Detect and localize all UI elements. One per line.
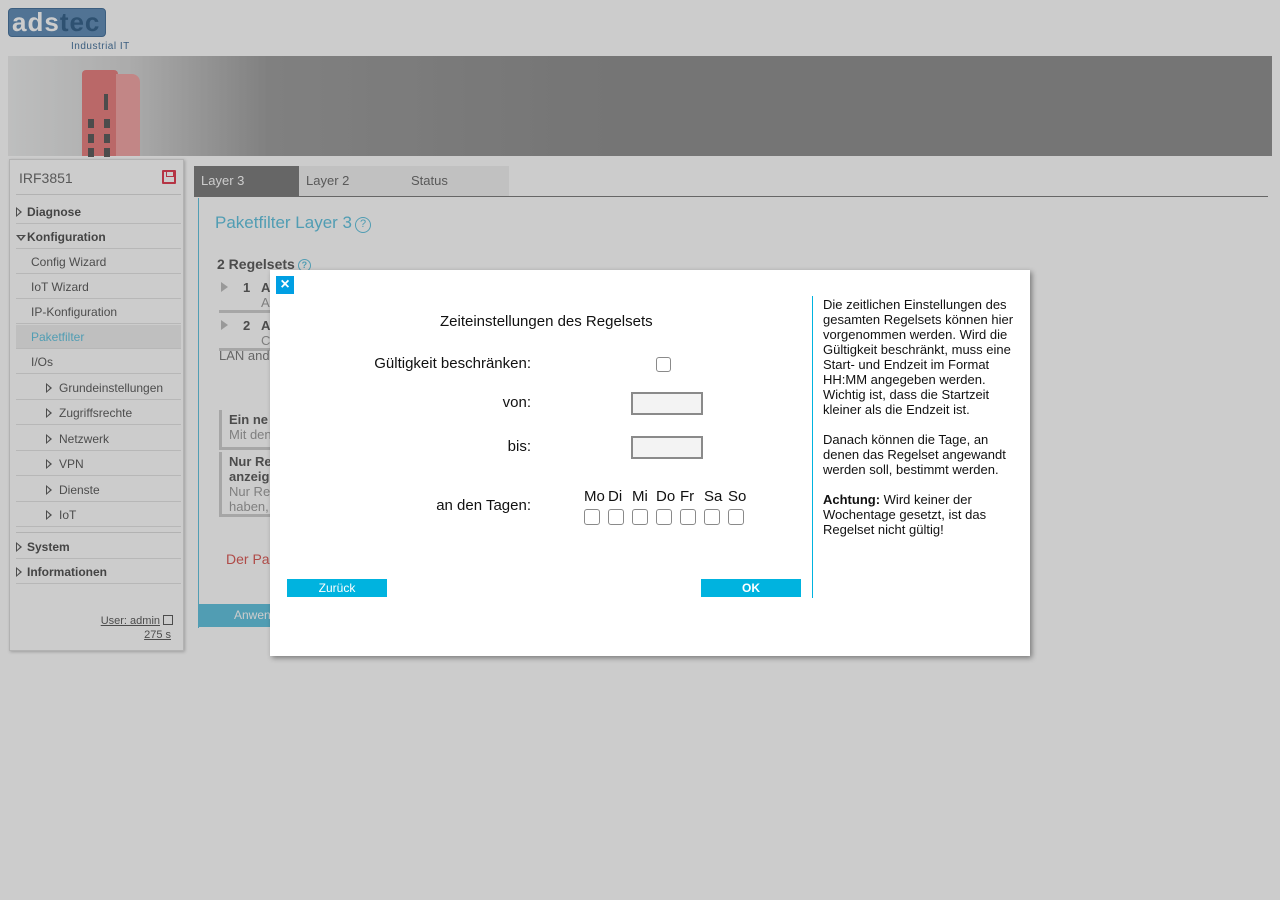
help-paragraph: Danach können die Tage, an denen das Reg… — [823, 432, 1006, 477]
day-checkbox-do[interactable] — [656, 509, 672, 525]
day-checkbox-di[interactable] — [608, 509, 624, 525]
help-paragraph: Die zeitlichen Einstellungen des gesamte… — [823, 297, 1014, 417]
day-label-mi: Mi — [632, 488, 648, 505]
help-panel: Die zeitlichen Einstellungen des gesamte… — [823, 297, 1023, 552]
restrict-label: Gültigkeit beschränken: — [374, 355, 531, 372]
from-time-input[interactable] — [631, 392, 703, 415]
day-checkbox-so[interactable] — [728, 509, 744, 525]
to-time-input[interactable] — [631, 436, 703, 459]
close-icon[interactable]: × — [276, 276, 294, 294]
day-checkbox-mo[interactable] — [584, 509, 600, 525]
day-label-do: Do — [656, 488, 676, 505]
help-paragraph-warning: Achtung: Wird keiner der Wochentage gese… — [823, 492, 1023, 537]
days-label: an den Tagen: — [436, 497, 531, 514]
day-checkbox-mi[interactable] — [632, 509, 648, 525]
day-label-sa: Sa — [704, 488, 723, 505]
ok-button[interactable]: OK — [701, 579, 801, 597]
from-label: von: — [502, 394, 531, 411]
to-label: bis: — [507, 438, 531, 455]
day-checkbox-fr[interactable] — [680, 509, 696, 525]
day-label-fr: Fr — [680, 488, 695, 505]
time-settings-dialog: × Zeiteinstellungen des Regelsets Gültig… — [270, 270, 1030, 656]
day-checkbox-sa[interactable] — [704, 509, 720, 525]
day-label-di: Di — [608, 488, 623, 505]
dialog-title: Zeiteinstellungen des Regelsets — [440, 313, 653, 330]
back-button[interactable]: Zurück — [287, 579, 387, 597]
day-label-so: So — [728, 488, 747, 505]
day-label-mo: Mo — [584, 488, 605, 505]
warning-label: Achtung: — [823, 492, 881, 507]
dialog-divider — [812, 296, 813, 598]
restrict-checkbox[interactable] — [656, 357, 671, 372]
